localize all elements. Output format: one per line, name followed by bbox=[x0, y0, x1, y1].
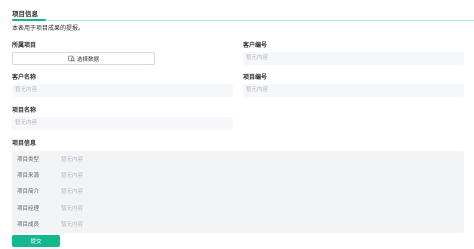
project-info-panel: 项目类型 暂无内容 项目来源 暂无内容 项目简介 暂无内容 项目经理 暂无内容 … bbox=[12, 151, 464, 233]
info-row-summary: 项目简介 暂无内容 bbox=[17, 188, 83, 196]
info-row-source: 项目来源 暂无内容 bbox=[17, 172, 83, 180]
info-key: 项目类型 bbox=[17, 157, 40, 163]
active-tab-indicator bbox=[12, 19, 46, 21]
select-data-button-label: 选择数据 bbox=[76, 56, 99, 63]
tab-project-info[interactable]: 项目信息 bbox=[12, 10, 38, 19]
customer-code-label: 客户编号 bbox=[243, 42, 268, 49]
info-key: 项目经理 bbox=[17, 206, 40, 212]
info-row-members: 项目成员 暂无内容 bbox=[17, 221, 83, 229]
project-select-label: 所属项目 bbox=[12, 42, 37, 49]
info-value: 暂无内容 bbox=[61, 189, 84, 195]
info-key: 项目成员 bbox=[17, 222, 40, 228]
info-value: 暂无内容 bbox=[61, 157, 84, 163]
customer-name-field[interactable]: 暂无内容 bbox=[12, 84, 233, 97]
form-description: 本表用于项目成果的提报。 bbox=[12, 25, 85, 32]
info-key: 项目简介 bbox=[17, 189, 40, 195]
select-data-button[interactable]: 选择数据 bbox=[12, 52, 155, 65]
info-key: 项目来源 bbox=[17, 173, 40, 179]
project-info-label: 项目信息 bbox=[12, 140, 37, 147]
project-code-label: 项目编号 bbox=[243, 74, 268, 81]
submit-button[interactable]: 提交 bbox=[12, 235, 60, 247]
select-data-icon bbox=[68, 55, 75, 62]
info-value: 暂无内容 bbox=[61, 222, 84, 228]
info-value: 暂无内容 bbox=[61, 206, 84, 212]
project-name-field[interactable]: 暂无内容 bbox=[12, 117, 233, 130]
info-row-manager: 项目经理 暂无内容 bbox=[17, 205, 83, 213]
project-name-label: 项目名称 bbox=[12, 107, 37, 114]
info-value: 暂无内容 bbox=[61, 173, 84, 179]
project-code-field[interactable]: 暂无内容 bbox=[243, 84, 464, 97]
customer-code-field[interactable]: 暂无内容 bbox=[243, 52, 464, 65]
customer-name-label: 客户名称 bbox=[12, 74, 37, 81]
tab-bar-line bbox=[12, 20, 474, 21]
info-row-type: 项目类型 暂无内容 bbox=[17, 156, 83, 164]
